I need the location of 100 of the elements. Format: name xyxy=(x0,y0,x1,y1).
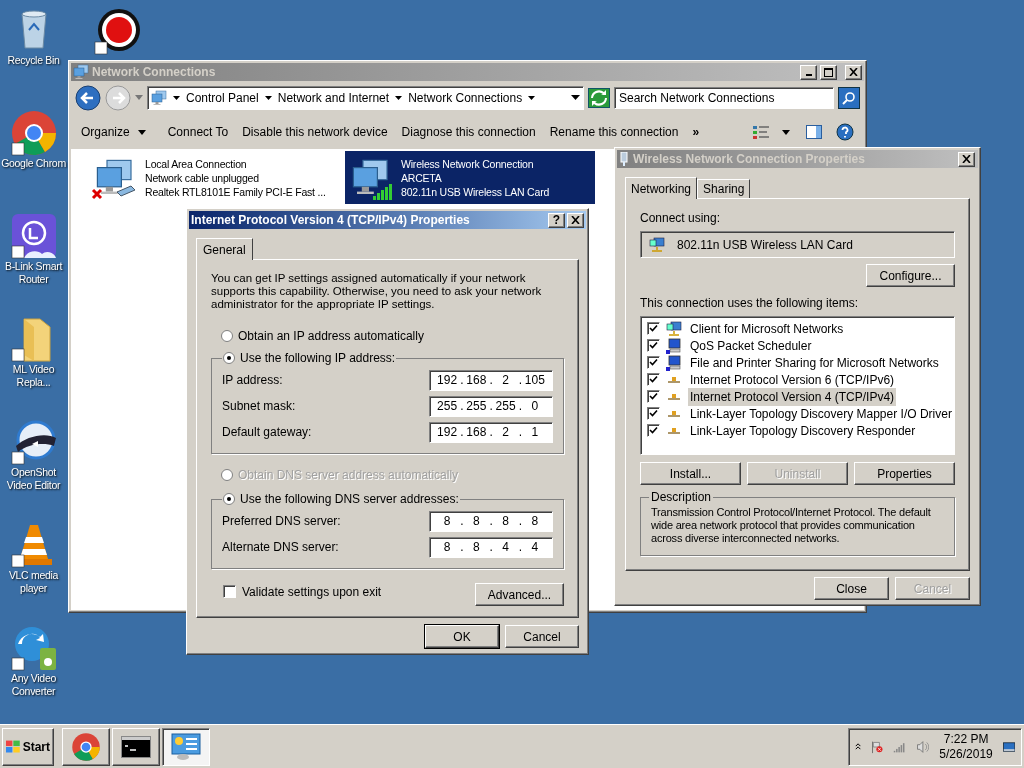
action-button[interactable]: Properties xyxy=(854,462,955,485)
help-button[interactable]: ? xyxy=(548,212,565,228)
close-button[interactable] xyxy=(845,64,862,80)
list-item[interactable]: Client for Microsoft Networks xyxy=(688,319,846,338)
close-button[interactable] xyxy=(958,151,975,167)
connection-name: Local Area Connection xyxy=(145,156,248,171)
minimize-button[interactable] xyxy=(800,64,817,80)
intro-text: You can get IP settings assigned automatically if your network supports this capability. Otherwise, you need to ask your network administrator for the appropriate IP settings. xyxy=(211,272,543,311)
protocol-icon xyxy=(668,427,680,434)
minimize-icon xyxy=(805,73,812,76)
view-icon[interactable] xyxy=(752,124,770,140)
search-button[interactable] xyxy=(838,87,860,109)
list-item[interactable]: QoS Packet Scheduler xyxy=(688,336,814,355)
clock-date[interactable]: 5/26/2019 xyxy=(939,746,993,762)
close-icon xyxy=(571,216,580,224)
taskbar-app-button[interactable] xyxy=(162,727,210,766)
device-name: 802.11n USB Wireless LAN Card xyxy=(401,184,550,199)
desktop-icon-label[interactable]: Any Video Converter xyxy=(0,672,67,698)
toolbar-button[interactable]: Connect To xyxy=(165,123,231,141)
description-text: Transmission Control Protocol/Internet Protocol. The default wide area network protocol that provides communication across diverse interconnected networks. xyxy=(651,506,932,545)
more-button[interactable]: » xyxy=(690,123,702,141)
caret-icon[interactable] xyxy=(571,95,580,101)
radio-option[interactable]: Obtain an IP address automatically xyxy=(221,327,564,345)
caret-icon[interactable] xyxy=(173,95,180,101)
network-client-icon xyxy=(666,320,682,337)
back-icon[interactable] xyxy=(75,85,101,111)
toolbar-button[interactable]: Diagnose this connection xyxy=(399,123,538,141)
desktop-icon-label[interactable]: OpenShot Video Editor xyxy=(0,466,67,492)
desktop-icon-label[interactable]: Google Chrom xyxy=(1,157,66,170)
browser-icon xyxy=(71,731,101,762)
refresh-icon[interactable] xyxy=(588,88,610,108)
dialog-button[interactable]: Close xyxy=(814,577,889,600)
validate-checkbox[interactable]: Validate settings upon exit xyxy=(223,582,382,601)
toolbar-button[interactable]: Disable this network device xyxy=(240,123,390,141)
search-field[interactable]: Search Network Connections xyxy=(614,87,834,109)
toolbar-button[interactable]: Rename this connection xyxy=(547,123,681,141)
list-item[interactable]: File and Printer Sharing for Microsoft Networks xyxy=(688,353,941,372)
caret-icon xyxy=(137,129,146,135)
breadcrumb[interactable]: Network and Internet xyxy=(277,89,390,107)
control-panel-icon xyxy=(151,90,167,106)
address-bar[interactable]: Control Panel Network and Internet Network Connections xyxy=(147,86,584,110)
adapter-icon xyxy=(620,152,628,166)
record-app-icon[interactable] xyxy=(93,8,141,56)
advanced-button[interactable]: Advanced... xyxy=(475,583,564,606)
checkbox-icon[interactable] xyxy=(223,585,236,598)
desktop-icon-label[interactable]: ML Video Repla... xyxy=(0,363,67,389)
tab[interactable]: General xyxy=(196,238,253,260)
caret-icon[interactable] xyxy=(395,95,403,101)
protocol-icon xyxy=(668,376,680,383)
connection-status: ARCETA xyxy=(401,170,443,185)
caret-icon[interactable] xyxy=(782,129,790,135)
app-icon[interactable] xyxy=(9,212,58,260)
radio-option[interactable]: Use the following IP address: xyxy=(223,349,396,367)
field-label: Subnet mask: xyxy=(222,398,296,415)
field-label: IP address: xyxy=(222,372,283,389)
ip-address-field[interactable]: 192 . 168 . 2 . 1 xyxy=(429,421,553,443)
close-button[interactable] xyxy=(567,212,584,228)
clock-time[interactable]: 7:22 PM xyxy=(943,731,989,747)
speaker-icon[interactable] xyxy=(915,738,930,755)
desktop-icon-label[interactable]: B-Link Smart Router xyxy=(0,260,67,286)
desktop-icon-label[interactable]: VLC media player xyxy=(0,569,67,595)
ip-address-field[interactable]: 8 . 8 . 8 . 8 xyxy=(429,510,553,532)
tab[interactable]: Sharing xyxy=(697,179,751,198)
list-item[interactable]: Internet Protocol Version 6 (TCP/IPv6) xyxy=(688,370,897,389)
device-name: Realtek RTL8101E Family PCI-E Fast ... xyxy=(145,184,326,199)
breadcrumb[interactable]: Network Connections xyxy=(408,89,523,107)
caret-icon[interactable] xyxy=(264,95,272,101)
radio-option[interactable]: Use the following DNS server addresses: xyxy=(223,490,459,508)
control-panel-icon xyxy=(171,732,201,761)
list-item[interactable]: Link-Layer Topology Discovery Mapper I/O Driver xyxy=(688,404,954,423)
connection-status: Network cable unplugged xyxy=(145,170,260,185)
help-icon[interactable] xyxy=(836,123,854,141)
tab[interactable]: Networking xyxy=(625,177,698,199)
search-icon xyxy=(842,91,856,105)
close-icon xyxy=(962,155,971,163)
action-button[interactable]: Install... xyxy=(640,462,741,485)
list-item[interactable]: Link-Layer Topology Discovery Responder xyxy=(688,421,918,440)
preview-pane-icon[interactable] xyxy=(806,125,822,139)
chevron-up-icon[interactable] xyxy=(855,742,862,751)
start-button[interactable]: Start xyxy=(2,727,54,766)
group-label: Description xyxy=(650,489,713,506)
ok-button[interactable]: OK xyxy=(425,625,499,648)
configure-button[interactable]: Configure... xyxy=(866,264,955,287)
caret-icon[interactable] xyxy=(528,95,536,101)
protocol-icon xyxy=(668,393,680,400)
breadcrumb[interactable]: Control Panel xyxy=(186,89,259,107)
cancel-button[interactable]: Cancel xyxy=(505,625,579,648)
connection-item[interactable]: Wireless Network Connection ARCETA 802.11n USB Wireless LAN Card xyxy=(345,151,595,204)
organize-menu[interactable]: Organize xyxy=(77,123,150,141)
desktop-icon-label[interactable]: Recycle Bin xyxy=(7,54,60,67)
ip-address-field[interactable]: 192 . 168 . 2 . 105 xyxy=(429,369,553,391)
ip-address-field[interactable]: 255 . 255 . 255 . 0 xyxy=(429,395,553,417)
ip-address-field[interactable]: 8 . 8 . 4 . 4 xyxy=(429,536,553,558)
list-item[interactable]: Internet Protocol Version 4 (TCP/IPv4) xyxy=(688,387,897,406)
network-client-icon xyxy=(649,236,665,253)
app-icon[interactable] xyxy=(9,418,58,466)
dialog-title: Internet Protocol Version 4 (TCP/IPv4) Properties xyxy=(191,212,471,229)
monitor-icon xyxy=(666,354,682,371)
show-desktop-icon[interactable] xyxy=(1002,740,1015,753)
maximize-button[interactable] xyxy=(820,64,837,80)
